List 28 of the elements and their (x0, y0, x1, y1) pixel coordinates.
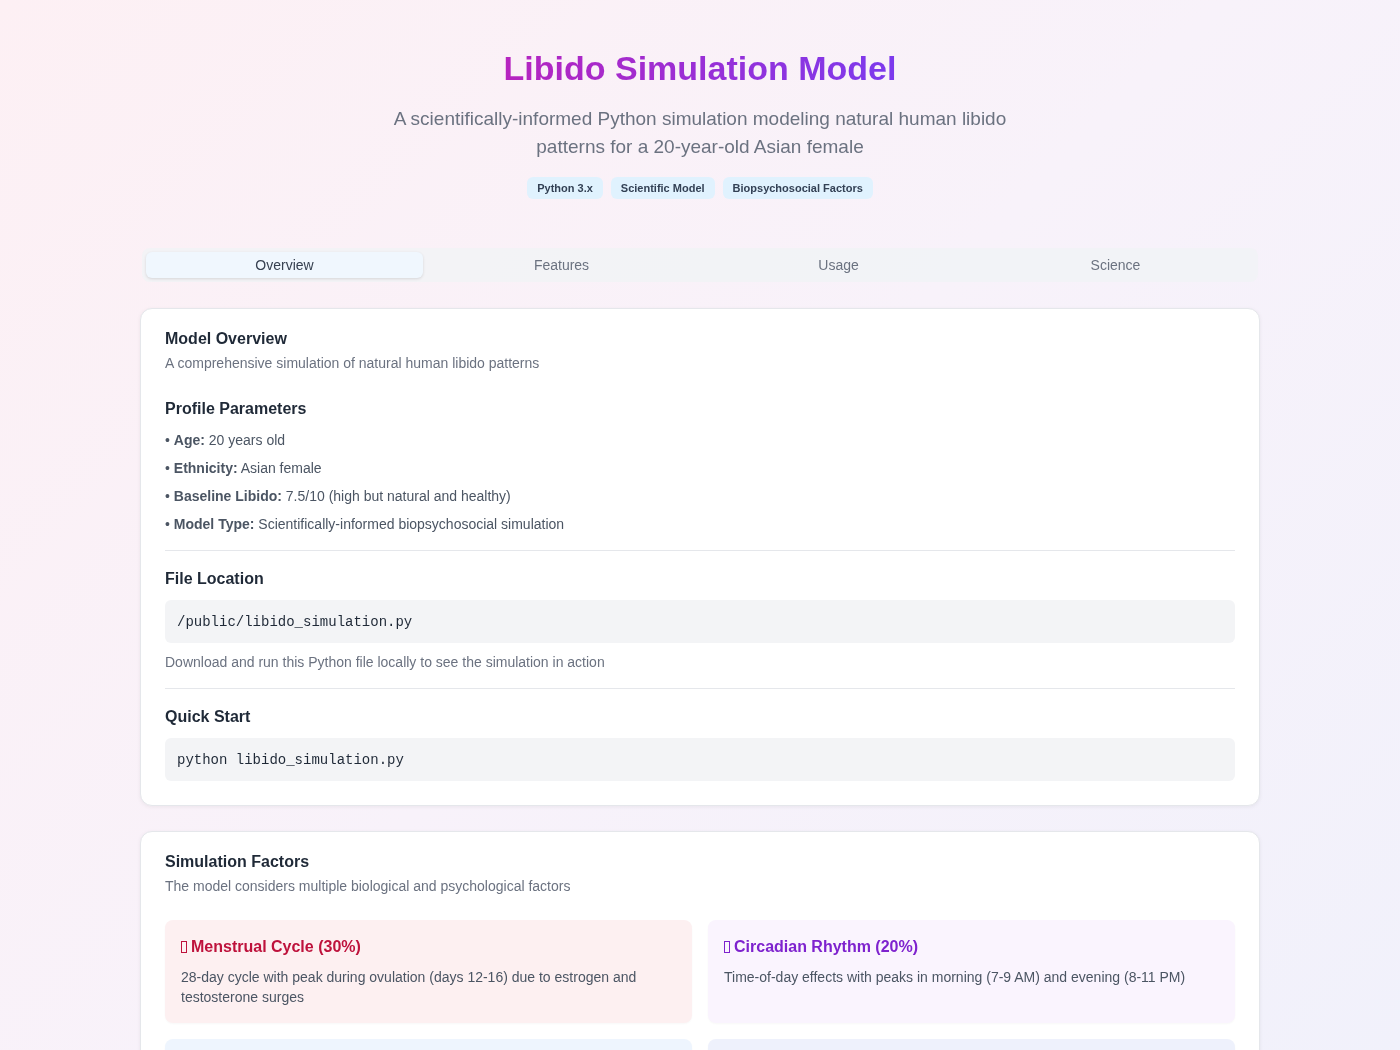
card-title: Model Overview (165, 329, 288, 349)
section-heading: Quick Start (165, 707, 252, 727)
parameter-item: • Age: 20 years old (165, 431, 287, 450)
tab[interactable]: Overview (146, 252, 423, 278)
section-heading: Profile Parameters (165, 399, 308, 419)
glyph-box-icon (181, 941, 187, 953)
tab[interactable]: Science (977, 252, 1254, 278)
parameter-item: • Ethnicity: Asian female (165, 459, 323, 478)
parameter-item: • Baseline Libido: 7.5/10 (high but natural and healthy) (165, 487, 512, 506)
code-note: Download and run this Python file locally to see the simulation in action (165, 653, 606, 672)
section-heading: File Location (165, 569, 265, 589)
tag: Biopsychosocial Factors (722, 177, 873, 199)
factor-title: Circadian Rhythm (20%) (734, 937, 919, 957)
parameter-item: • Model Type: Scientifically-informed biopsychosocial simulation (165, 515, 566, 534)
tab[interactable]: Features (423, 252, 700, 278)
tag: Scientific Model (610, 177, 715, 199)
glyph-box-icon (724, 941, 730, 953)
factor-title: Menstrual Cycle (30%) (191, 937, 361, 957)
card-title: Simulation Factors (165, 852, 311, 872)
tab[interactable]: Usage (700, 252, 977, 278)
tag: Python 3.x (527, 177, 603, 199)
page-subtitle: A scientifically-informed Python simulation modeling natural human libido patterns for a 20-year-old Asian female (392, 107, 1008, 159)
factor-description: Time-of-day effects with peaks in morning (7-9 AM) and evening (8-11 PM) (724, 968, 1187, 987)
card-description: A comprehensive simulation of natural human libido patterns (165, 354, 541, 373)
code-block: python libido_simulation.py (165, 738, 1235, 781)
code-block: /public/libido_simulation.py (165, 600, 1235, 643)
factor-description: 28-day cycle with peak during ovulation (days 12-16) due to estrogen and testosterone surges (181, 968, 638, 1007)
card-description: The model considers multiple biological and psychological factors (165, 877, 572, 896)
